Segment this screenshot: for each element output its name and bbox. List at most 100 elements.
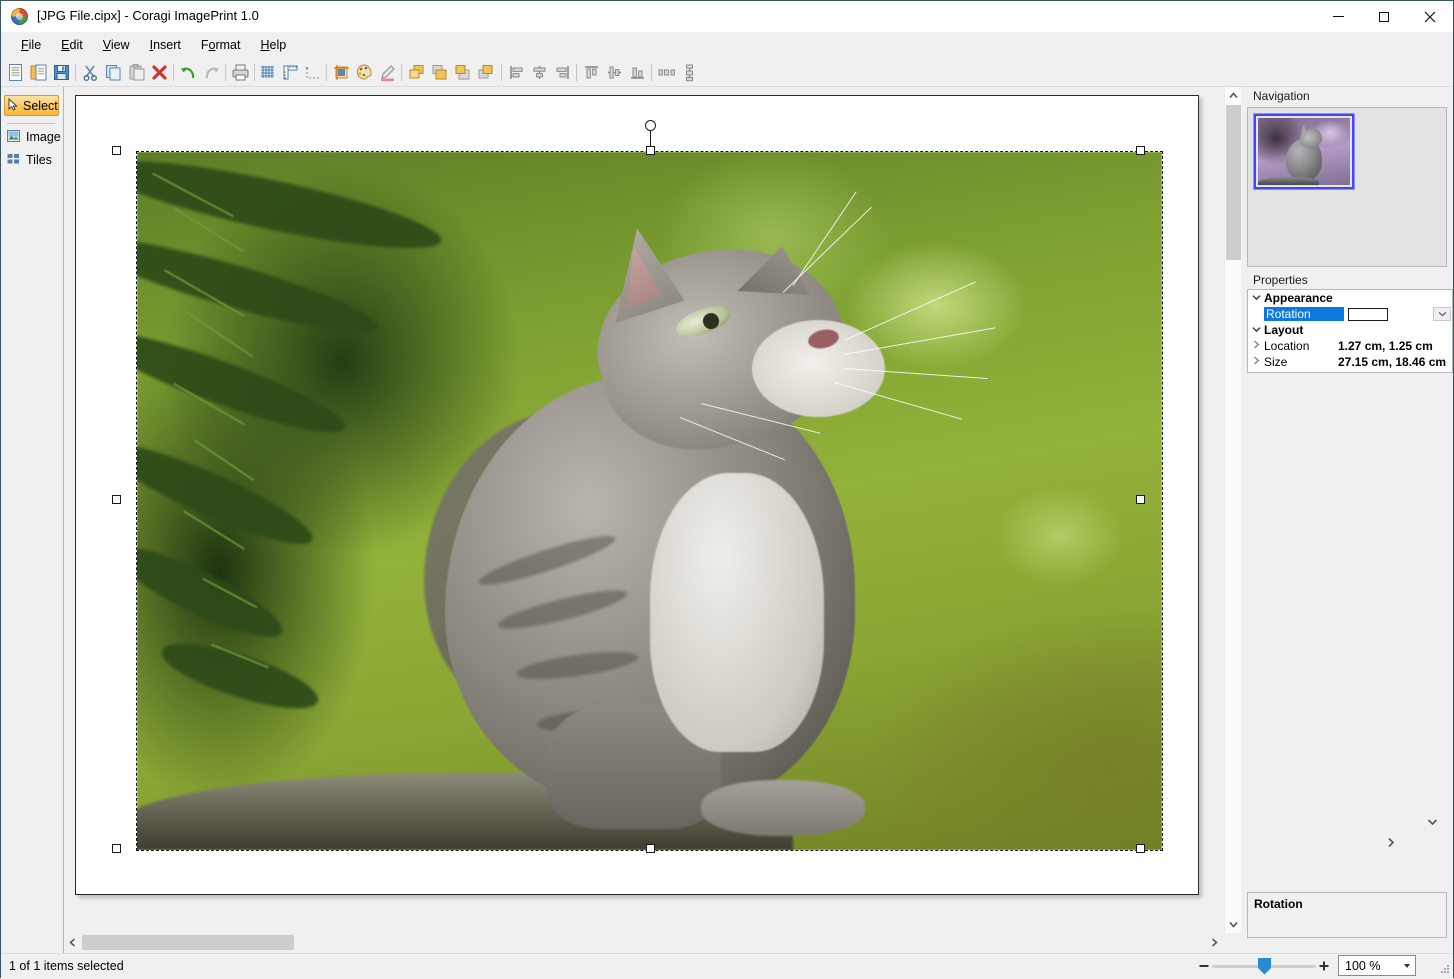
properties-collapse-icon[interactable] xyxy=(1427,817,1438,829)
scroll-right-button[interactable] xyxy=(1206,934,1223,951)
handle-middle-right[interactable] xyxy=(1136,495,1145,504)
menu-insert[interactable]: Insert xyxy=(140,36,191,54)
bring-forward-icon[interactable] xyxy=(429,62,450,83)
ruler-icon[interactable] xyxy=(280,62,301,83)
chevron-down-icon[interactable] xyxy=(1248,325,1264,336)
scroll-left-button[interactable] xyxy=(64,934,81,951)
navigation-thumbnail[interactable] xyxy=(1254,114,1354,189)
handle-top-center[interactable] xyxy=(646,146,655,155)
send-backward-icon[interactable] xyxy=(452,62,473,83)
property-row-size[interactable]: Size 27.15 cm, 18.46 cm xyxy=(1248,354,1452,370)
property-label-location: Location xyxy=(1264,339,1338,353)
rotate-handle-stem xyxy=(650,131,651,147)
palette-icon[interactable] xyxy=(354,62,375,83)
printer-icon[interactable] xyxy=(230,62,251,83)
floppy-save-icon[interactable] xyxy=(51,62,72,83)
handle-bottom-left[interactable] xyxy=(112,844,121,853)
zoom-slider-thumb[interactable] xyxy=(1258,958,1271,975)
toolbar-separator xyxy=(401,64,402,81)
scroll-up-button[interactable] xyxy=(1225,87,1242,104)
align-top-icon[interactable] xyxy=(581,62,602,83)
menu-edit[interactable]: Edit xyxy=(51,36,93,54)
zoom-level-select[interactable]: 100 % xyxy=(1338,955,1416,976)
crop-icon[interactable] xyxy=(331,62,352,83)
menu-help[interactable]: Help xyxy=(250,36,296,54)
zoom-out-button[interactable] xyxy=(1196,956,1212,976)
align-bottom-icon[interactable] xyxy=(627,62,648,83)
property-description-box: Rotation xyxy=(1247,892,1447,938)
maximize-button[interactable] xyxy=(1361,1,1407,32)
handle-middle-left[interactable] xyxy=(112,495,121,504)
property-value-location: 1.27 cm, 1.25 cm xyxy=(1338,339,1433,353)
menu-format[interactable]: Format xyxy=(191,36,251,54)
canvas-horizontal-scrollbar[interactable] xyxy=(64,934,1223,951)
properties-expand-icon[interactable] xyxy=(1387,837,1395,851)
sidebar-item-label-select: Select xyxy=(23,99,58,113)
bring-to-front-icon[interactable] xyxy=(406,62,427,83)
menu-view[interactable]: View xyxy=(93,36,140,54)
chevron-down-icon[interactable] xyxy=(1248,293,1264,304)
zoom-level-value: 100 % xyxy=(1339,959,1399,973)
canvas-vertical-scrollbar[interactable] xyxy=(1224,87,1242,933)
property-row-location[interactable]: Location 1.27 cm, 1.25 cm xyxy=(1248,338,1452,354)
new-file-icon[interactable] xyxy=(5,62,26,83)
chevron-down-icon[interactable] xyxy=(1399,956,1415,975)
properties-grid[interactable]: Appearance Rotation Layout xyxy=(1247,289,1453,373)
distribute-horizontal-icon[interactable] xyxy=(656,62,677,83)
paste-icon[interactable] xyxy=(126,62,147,83)
tools-panel: Select Image Tiles xyxy=(1,87,64,953)
navigation-panel[interactable] xyxy=(1247,107,1447,267)
property-group-appearance[interactable]: Appearance xyxy=(1248,290,1452,306)
scissors-icon[interactable] xyxy=(80,62,101,83)
rotation-input[interactable] xyxy=(1348,308,1388,321)
align-right-icon[interactable] xyxy=(552,62,573,83)
handle-bottom-center[interactable] xyxy=(646,844,655,853)
handle-top-left[interactable] xyxy=(112,146,121,155)
menu-file[interactable]: FFileile xyxy=(11,36,51,54)
canvas-area[interactable] xyxy=(64,87,1223,933)
eyedropper-icon[interactable] xyxy=(377,62,398,83)
send-to-back-icon[interactable] xyxy=(475,62,496,83)
property-value-size: 27.15 cm, 18.46 cm xyxy=(1338,355,1446,369)
rotate-handle-icon[interactable] xyxy=(645,120,656,131)
red-x-icon[interactable] xyxy=(149,62,170,83)
sidebar-item-image[interactable]: Image xyxy=(7,128,61,146)
align-left-icon[interactable] xyxy=(506,62,527,83)
zoom-in-button[interactable] xyxy=(1316,956,1332,976)
guides-icon[interactable] xyxy=(303,62,324,83)
resize-grip[interactable] xyxy=(1440,965,1450,975)
tiles-grid-icon xyxy=(7,153,20,168)
sidebar-item-tiles[interactable]: Tiles xyxy=(7,151,52,169)
minimize-button[interactable] xyxy=(1315,1,1361,32)
chevron-right-icon[interactable] xyxy=(1248,356,1264,368)
toolbar-separator xyxy=(326,64,327,81)
selection-outline xyxy=(136,151,1163,851)
redo-arrow-icon[interactable] xyxy=(201,62,222,83)
chevron-right-icon[interactable] xyxy=(1248,340,1264,352)
open-folder-icon[interactable] xyxy=(28,62,49,83)
property-row-rotation[interactable]: Rotation xyxy=(1248,306,1452,322)
vertical-scroll-thumb[interactable] xyxy=(1226,105,1241,260)
grid-icon[interactable] xyxy=(257,62,278,83)
zoom-slider[interactable] xyxy=(1212,956,1316,976)
property-group-layout[interactable]: Layout xyxy=(1248,322,1452,338)
undo-arrow-icon[interactable] xyxy=(178,62,199,83)
toolbar-separator xyxy=(576,64,577,81)
sidebar-item-select[interactable]: Select xyxy=(4,95,59,116)
document-page[interactable] xyxy=(75,95,1199,895)
property-group-label: Appearance xyxy=(1264,291,1333,305)
align-center-icon[interactable] xyxy=(529,62,550,83)
distribute-vertical-icon[interactable] xyxy=(679,62,700,83)
main-toolbar xyxy=(1,59,1453,87)
image-icon xyxy=(7,130,20,145)
copy-icon[interactable] xyxy=(103,62,124,83)
handle-bottom-right[interactable] xyxy=(1136,844,1145,853)
align-middle-icon[interactable] xyxy=(604,62,625,83)
property-group-label: Layout xyxy=(1264,323,1303,337)
horizontal-scroll-thumb[interactable] xyxy=(82,935,294,950)
scroll-down-button[interactable] xyxy=(1225,916,1242,933)
handle-top-right[interactable] xyxy=(1136,146,1145,155)
close-button[interactable] xyxy=(1407,1,1453,32)
rotation-dropdown-icon[interactable] xyxy=(1433,307,1451,321)
app-logo-icon xyxy=(11,8,28,25)
